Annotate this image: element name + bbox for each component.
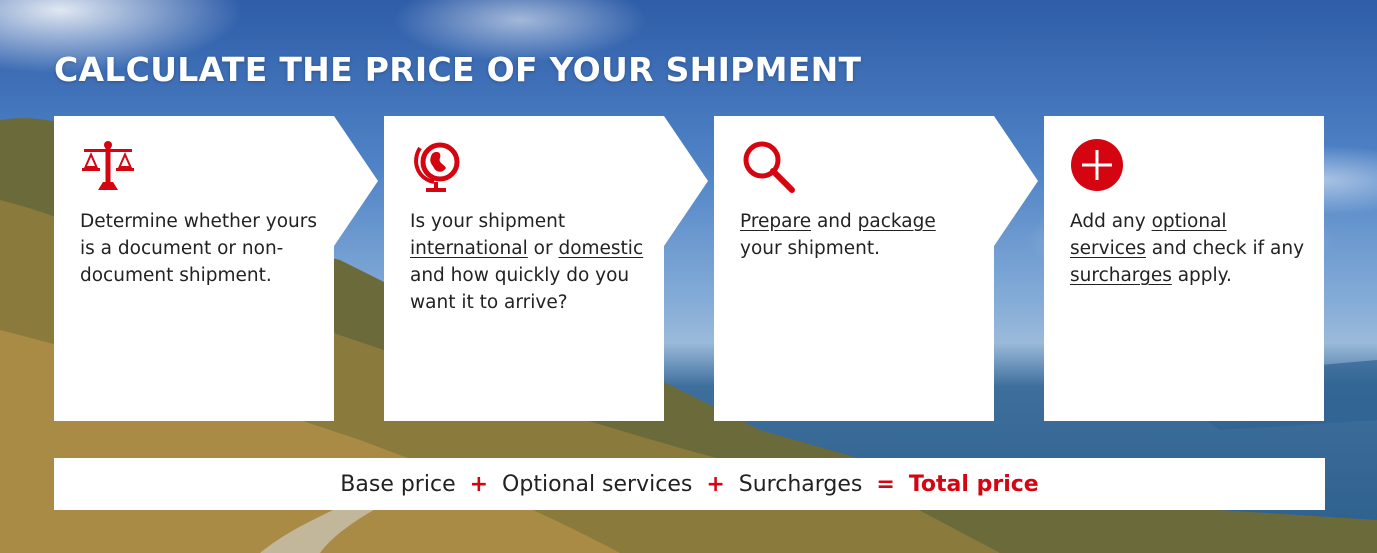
- formula-equals-operator: =: [876, 471, 895, 497]
- domestic-link[interactable]: domestic: [558, 238, 643, 259]
- step-segment: and check if any: [1145, 238, 1305, 259]
- step-text: Determine whether yours is a document or…: [80, 208, 318, 289]
- step-segment: Is your shipment: [410, 211, 566, 232]
- card-arrow: [994, 116, 1038, 246]
- card-arrow: [664, 116, 708, 246]
- formula-plus-operator: +: [706, 471, 725, 497]
- formula-optional-services: Optional services: [502, 471, 693, 497]
- step-segment: and: [811, 211, 858, 232]
- step-text: Is your shipment international or domest…: [410, 208, 648, 316]
- international-link[interactable]: international: [410, 238, 528, 259]
- step-card-prepare-package: Prepare and package your shipment.: [714, 116, 1038, 421]
- price-formula-bar: Base price + Optional services + Surchar…: [54, 458, 1325, 510]
- step-segment: Determine whether yours is a document or…: [80, 211, 318, 286]
- step-segment: and how quickly do you want it to arrive…: [410, 265, 630, 313]
- search-icon: [743, 141, 795, 193]
- globe-icon: [414, 142, 460, 192]
- step-card-optional-services: Add any optional services and check if a…: [1044, 116, 1324, 421]
- step-segment: or: [527, 238, 559, 259]
- plus-circle-icon: [1071, 139, 1123, 191]
- formula-total-price: Total price: [908, 471, 1039, 497]
- formula-base-price: Base price: [340, 471, 456, 497]
- prepare-link[interactable]: Prepare: [740, 211, 811, 232]
- formula-plus-operator: +: [469, 471, 489, 497]
- page-title: CALCULATE THE PRICE OF YOUR SHIPMENT: [54, 50, 862, 89]
- package-link[interactable]: package: [858, 211, 936, 232]
- card-arrow: [334, 116, 378, 246]
- step-segment: Add any: [1070, 211, 1152, 232]
- step-card-shipment-region: Is your shipment international or domest…: [384, 116, 708, 421]
- step-segment: apply.: [1171, 265, 1232, 286]
- formula-surcharges: Surcharges: [738, 471, 863, 497]
- step-text: Prepare and package your shipment.: [740, 208, 978, 262]
- step-card-document-type: Determine whether yours is a document or…: [54, 116, 378, 421]
- step-text: Add any optional services and check if a…: [1070, 208, 1308, 289]
- surcharges-link[interactable]: surcharges: [1070, 265, 1172, 286]
- step-segment: your shipment.: [740, 238, 880, 259]
- scales-icon: [82, 141, 134, 190]
